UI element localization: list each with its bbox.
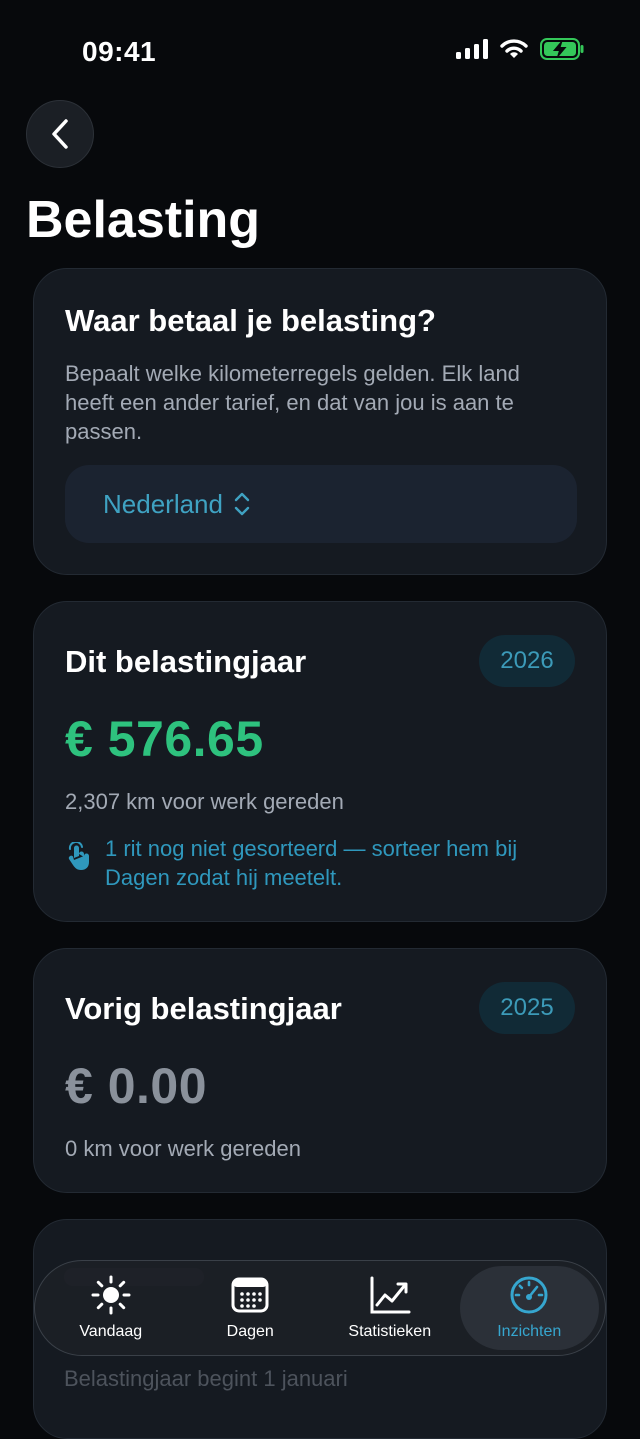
tab-inzichten[interactable]: Inzichten [459, 1266, 599, 1350]
tax-country-description: Bepaalt welke kilometerregels gelden. El… [65, 361, 520, 444]
gauge-icon [510, 1276, 548, 1314]
tab-bar: Vandaag Dagen Statistieken Inzichten [34, 1260, 606, 1356]
tab-label: Statistieken [348, 1323, 432, 1340]
wifi-icon [500, 39, 528, 58]
country-select-value: Nederland [103, 488, 223, 519]
tab-label: Vandaag [79, 1323, 143, 1340]
unsorted-trip-notice-text: 1 rit nog niet gesorteerd — sorteer hem … [105, 836, 518, 890]
status-time: 09:41 [82, 36, 157, 67]
tab-dagen[interactable]: Dagen [181, 1266, 321, 1350]
previous-year-km: 0 km voor werk gereden [65, 1136, 301, 1161]
country-select[interactable]: Nederland [65, 465, 577, 543]
chart-line-icon [370, 1276, 411, 1314]
tab-label: Dagen [226, 1323, 274, 1340]
tax-year-start-text: Belastingjaar begint 1 januari [64, 1366, 348, 1391]
tax-country-title: Waar betaal je belasting? [65, 303, 436, 338]
current-tax-year-card: Dit belastingjaar 2026 € 576.65 2,307 km… [33, 601, 607, 922]
page-title: Belasting [26, 191, 261, 249]
status-bar: 09:41 [0, 0, 640, 100]
previous-tax-year-card: Vorig belastingjaar 2025 € 0.00 0 km voo… [33, 948, 607, 1193]
tab-label: Inzichten [497, 1323, 562, 1340]
current-year-amount: € 576.65 [65, 711, 264, 767]
previous-year-amount: € 0.00 [65, 1058, 208, 1114]
unsorted-trip-notice[interactable]: 1 rit nog niet gesorteerd — sorteer hem … [65, 834, 555, 892]
tax-country-card: Waar betaal je belasting? Bepaalt welke … [33, 268, 607, 575]
chevron-up-down-icon [234, 492, 250, 516]
status-icons [456, 38, 584, 60]
chevron-left-icon [52, 119, 68, 149]
current-year-title: Dit belastingjaar [65, 644, 307, 679]
back-button[interactable] [26, 100, 94, 168]
hand-tap-icon [68, 842, 89, 870]
previous-year-title: Vorig belastingjaar [65, 991, 342, 1026]
previous-year-badge: 2025 [479, 982, 575, 1034]
current-year-km: 2,307 km voor werk gereden [65, 789, 344, 814]
tab-statistieken[interactable]: Statistieken [320, 1266, 460, 1350]
battery-charging-icon [540, 38, 584, 60]
cellular-signal-icon [456, 39, 488, 59]
calendar-icon [231, 1277, 269, 1313]
tab-vandaag[interactable]: Vandaag [41, 1266, 181, 1350]
sun-icon [91, 1275, 131, 1315]
year-badge: 2026 [479, 635, 575, 687]
